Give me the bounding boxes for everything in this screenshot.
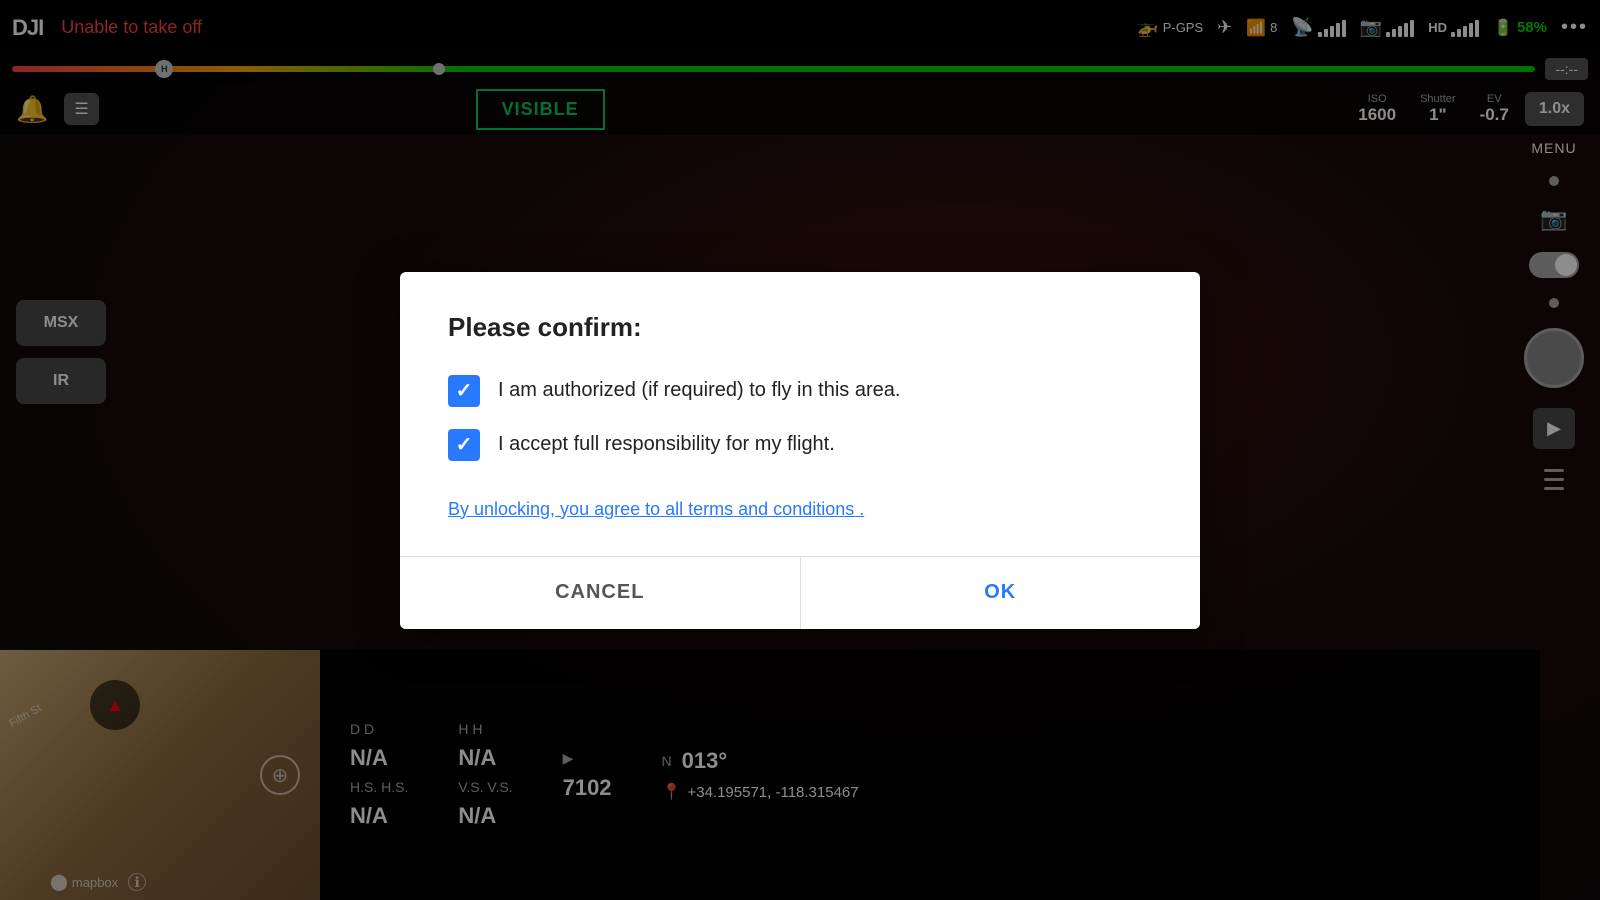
checkbox-label-1: I am authorized (if required) to fly in … (498, 379, 900, 402)
ok-button[interactable]: OK (801, 557, 1201, 629)
dialog-body: Please confirm: ✓ I am authorized (if re… (400, 272, 1200, 556)
checkmark-1: ✓ (456, 378, 473, 403)
dialog-title: Please confirm: (448, 312, 1152, 343)
checkbox-row-2: ✓ I accept full responsibility for my fl… (448, 429, 1152, 461)
dialog-footer: CANCEL OK (400, 557, 1200, 629)
checkbox-2[interactable]: ✓ (448, 429, 480, 461)
checkmark-2: ✓ (456, 432, 473, 457)
cancel-button[interactable]: CANCEL (400, 557, 801, 629)
checkbox-label-2: I accept full responsibility for my flig… (498, 433, 835, 456)
checkbox-1[interactable]: ✓ (448, 375, 480, 407)
terms-link[interactable]: By unlocking, you agree to all terms and… (448, 499, 864, 520)
dialog-overlay: Please confirm: ✓ I am authorized (if re… (0, 0, 1600, 900)
confirm-dialog: Please confirm: ✓ I am authorized (if re… (400, 272, 1200, 629)
checkbox-row-1: ✓ I am authorized (if required) to fly i… (448, 375, 1152, 407)
